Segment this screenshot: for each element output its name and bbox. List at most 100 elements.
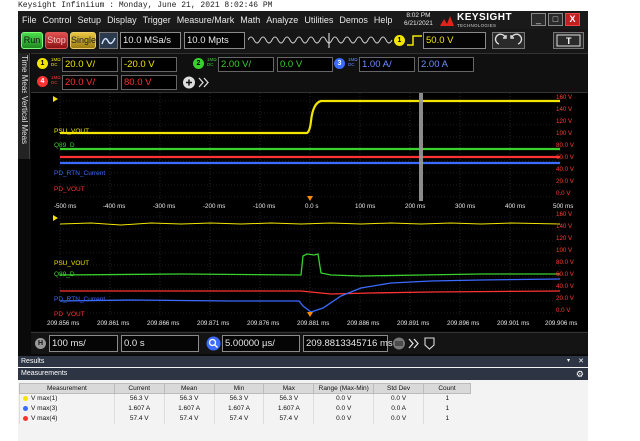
col-mean[interactable]: Mean	[163, 383, 215, 394]
stop-button[interactable]: Stop	[45, 32, 68, 49]
touch-toggle-icon[interactable]: T	[553, 32, 584, 49]
zoom-time-tick: 209.886 ms	[347, 320, 380, 327]
clock-date: 6/21/2021	[404, 20, 433, 27]
results-close-icon[interactable]: ✕	[578, 356, 584, 367]
channel-4-scale[interactable]: 20.0 V/	[62, 75, 118, 90]
plot2-scale-60: 60.0 V	[556, 271, 574, 278]
table-row[interactable]: V max(3) 1.607 A 1.607 A 1.607 A 1.607 A…	[19, 403, 471, 414]
channel-3-dot-icon	[23, 405, 28, 411]
signal-label-pd-rtn-current[interactable]: PD_RTN_Current	[54, 170, 105, 177]
add-channel-icon[interactable]	[182, 75, 214, 90]
waveform-preview-icon	[248, 33, 393, 48]
cell-mean: 56.3 V	[163, 393, 215, 404]
menu-measure-mark[interactable]: Measure/Mark	[177, 15, 235, 25]
keysight-wave-icon	[440, 15, 454, 26]
col-min[interactable]: Min	[213, 383, 265, 394]
zoom-trigger-level-marker	[53, 215, 58, 221]
menu-setup[interactable]: Setup	[78, 15, 102, 25]
channel-1-offset[interactable]: -20.0 V	[121, 57, 177, 72]
channel-4-badge[interactable]: 4	[37, 76, 48, 87]
table-row[interactable]: V max(4) 57.4 V 57.4 V 57.4 V 57.4 V 0.0…	[19, 413, 471, 424]
zoom-window-marker	[419, 93, 423, 201]
channel-1-badge[interactable]: 1	[37, 58, 48, 69]
menu-control[interactable]: Control	[43, 15, 72, 25]
zoom-icon[interactable]	[206, 336, 221, 351]
trigger-channel-badge[interactable]: 1	[394, 35, 405, 46]
menu-math[interactable]: Math	[240, 15, 260, 25]
undo-redo-icon[interactable]	[492, 32, 525, 49]
memory-depth-field[interactable]: 10.0 Mpts	[184, 32, 245, 49]
signal-label-psu-vout[interactable]: PSU_VOUT	[54, 128, 89, 135]
restore-button[interactable]: □	[548, 13, 563, 26]
signal-label-pd-vout[interactable]: PD_VOUT	[54, 186, 85, 193]
horizontal-badge[interactable]: H	[35, 338, 46, 349]
close-button[interactable]: X	[565, 13, 580, 26]
zoom-time-tick: 209.881 ms	[297, 320, 330, 327]
cell-mean: 57.4 V	[163, 413, 215, 424]
measurement-name: V max(1)	[19, 393, 115, 404]
channel-3-offset[interactable]: 2.00 A	[418, 57, 474, 72]
plot1-scale-0: 0.0 V	[556, 190, 571, 197]
channel-2-scale[interactable]: 2.00 V/	[218, 57, 274, 72]
menu-trigger[interactable]: Trigger	[143, 15, 171, 25]
zoom-signal-label-psu-vout[interactable]: PSU_VOUT	[54, 260, 89, 267]
channel-2-offset[interactable]: 0.0 V	[277, 57, 333, 72]
minimize-button[interactable]: _	[531, 13, 546, 26]
trigger-level-field[interactable]: 50.0 V	[423, 32, 486, 49]
run-button[interactable]: Run	[21, 32, 43, 49]
main-waveform-grid	[53, 93, 561, 201]
vertical-meas-tab[interactable]: Vertical Meas	[18, 93, 30, 159]
zoom-signal-label-pd-rtn-current[interactable]: PD_RTN_Current	[54, 296, 105, 303]
col-range[interactable]: Range (Max-Min)	[313, 383, 375, 394]
table-row[interactable]: V max(1) 56.3 V 56.3 V 56.3 V 56.3 V 0.0…	[19, 393, 471, 404]
channel-3-coupling: 1MΩ DC	[348, 57, 358, 67]
menu-display[interactable]: Display	[107, 15, 137, 25]
timebase-field[interactable]: 100 ms/	[49, 335, 118, 352]
menu-utilities[interactable]: Utilities	[304, 15, 333, 25]
cell-mean: 1.607 A	[163, 403, 215, 414]
plot2-scale-40: 40.0 V	[556, 283, 574, 290]
channel-3-scale[interactable]: 1.00 A/	[359, 57, 415, 72]
horizontal-position-field[interactable]: 0.0 s	[121, 335, 199, 352]
col-current[interactable]: Current	[113, 383, 165, 394]
menu-help[interactable]: Help	[374, 15, 393, 25]
menu-analyze[interactable]: Analyze	[266, 15, 298, 25]
zoom-position-field[interactable]: 209.8813345716 ms	[303, 335, 393, 352]
main-waveform-area[interactable]: PSU_VOUT Q89_D PD_RTN_Current PD_VOUT 16…	[31, 93, 588, 201]
channel-1-dot-icon	[23, 396, 28, 402]
col-max[interactable]: Max	[263, 383, 315, 394]
zoom-signal-label-q89-d[interactable]: Q89_D	[54, 271, 75, 278]
zoom-waveform-area[interactable]: PSU_VOUT Q89_D PD_RTN_Current PD_VOUT 16…	[31, 211, 588, 318]
menu-file[interactable]: File	[22, 15, 37, 25]
cell-count: 1	[423, 393, 471, 404]
trigger-edge-icon[interactable]	[407, 34, 422, 47]
zoom-time-tick: 209.871 ms	[197, 320, 230, 327]
channel-1-scale[interactable]: 20.0 V/	[62, 57, 118, 72]
vertical-meas-label: Vertical Meas	[20, 96, 29, 145]
navigation-icons[interactable]	[392, 336, 437, 351]
acquisition-mode-icon[interactable]	[99, 32, 118, 49]
zoom-time-tick: 209.901 ms	[497, 320, 530, 327]
time-meas-tab[interactable]: Time Meas	[18, 53, 30, 94]
channel-2-badge[interactable]: 2	[193, 58, 204, 69]
menu-demos[interactable]: Demos	[339, 15, 368, 25]
col-measurement[interactable]: Measurement	[19, 383, 115, 394]
settings-gear-icon[interactable]: ⚙	[576, 368, 584, 380]
cell-current: 57.4 V	[113, 413, 165, 424]
results-pin-icon[interactable]: ▾	[567, 356, 570, 367]
cell-std-dev: 0.0 V	[373, 393, 424, 404]
single-button[interactable]: Single	[70, 32, 96, 49]
channel-4-offset[interactable]: 80.0 V	[121, 75, 177, 90]
channel-3-badge[interactable]: 3	[334, 58, 345, 69]
oscilloscope-app: File Control Setup Display Trigger Measu…	[18, 11, 588, 441]
channel-1-coupling: 1MΩ DC	[51, 57, 61, 67]
measurement-label: V max(3)	[31, 405, 58, 412]
zoom-scale-field[interactable]: 5.00000 µs/	[222, 335, 300, 352]
signal-label-q89-d[interactable]: Q89_D	[54, 142, 75, 149]
sample-rate-field[interactable]: 10.0 MSa/s	[120, 32, 181, 49]
measurements-tab[interactable]: Measurements ⚙	[18, 368, 588, 380]
main-time-tick: 500 ms	[553, 203, 574, 210]
plot1-scale-60: 60.0 V	[556, 154, 574, 161]
col-count[interactable]: Count	[423, 383, 471, 394]
col-std-dev[interactable]: Std Dev	[373, 383, 425, 394]
